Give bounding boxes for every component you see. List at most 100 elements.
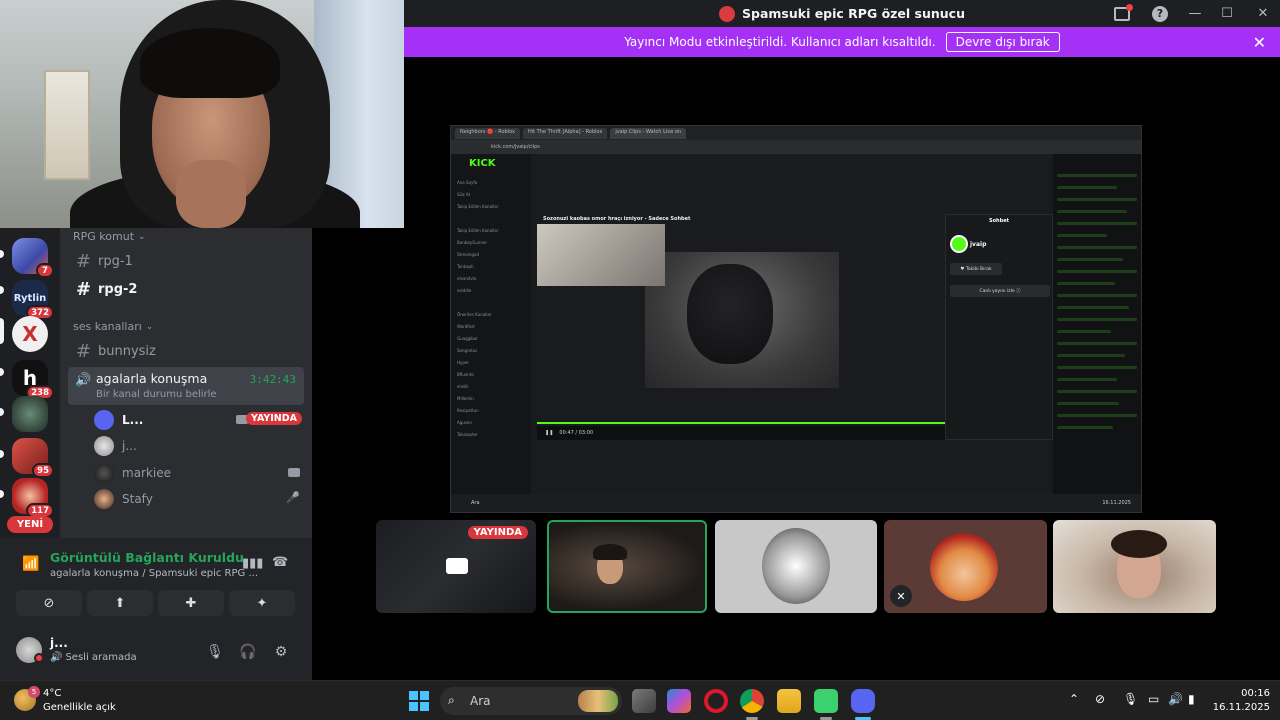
voice-channel-active[interactable]: 🔊 agalarla konuşma Bir kanal durumu beli… — [68, 367, 304, 405]
webcam-background-shelf — [44, 70, 90, 180]
watch-live-button: Canlı yayını izle ⓘ — [950, 285, 1050, 297]
weather-condition[interactable]: Genellikle açık — [43, 702, 116, 713]
voice-user-name: j... — [122, 439, 137, 453]
channel-bunnysiz[interactable]: # bunnysiz — [68, 338, 304, 364]
kick-nav-item: esiddie — [457, 288, 472, 293]
unread-indicator — [0, 408, 4, 416]
server-item-7[interactable]: 117 — [12, 478, 54, 518]
server-item-5[interactable] — [12, 396, 48, 432]
signal-icon[interactable]: 📶 — [22, 556, 39, 572]
server-item-1[interactable]: 7 — [12, 238, 54, 278]
user-status-text: Sesli aramada — [65, 652, 137, 663]
unread-indicator — [0, 368, 4, 376]
connection-status[interactable]: Görüntülü Bağlantı Kuruldu — [50, 550, 244, 565]
inbox-button[interactable] — [1106, 0, 1138, 27]
clock-date: 16.11.2025 — [1212, 702, 1270, 713]
volume-icon[interactable]: 🔊 — [1168, 692, 1183, 706]
kick-nav-item: Millomin — [457, 396, 474, 401]
new-unreads-badge[interactable]: YENİ — [7, 516, 53, 533]
category-ses-kanallari[interactable]: ses kanalları ⌄ — [73, 320, 153, 333]
voice-connection-panel: 📶 Görüntülü Bağlantı Kuruldu agalarla ko… — [0, 538, 312, 628]
voice-user[interactable]: j... — [94, 435, 306, 457]
task-view-icon[interactable] — [632, 689, 656, 713]
kick-nav-item: Tonkaph — [457, 264, 474, 269]
hashtag-icon: # — [76, 278, 92, 300]
microphone-icon[interactable]: 🎙 — [1123, 692, 1138, 706]
file-explorer-icon[interactable] — [777, 689, 801, 713]
media-app-icon[interactable] — [814, 689, 838, 713]
participant-hair — [593, 544, 627, 560]
chrome-icon[interactable] — [740, 689, 764, 713]
window-title: Spamsuki epic RPG özel sunucu — [742, 6, 965, 21]
user-panel: j... 🔊 Sesli aramada 🎙 🎧 ⚙ — [0, 628, 312, 680]
kick-nav-item: Agusen — [457, 420, 472, 425]
voice-user[interactable]: Stafy 🎤 — [94, 488, 306, 510]
screen-share-stream[interactable]: Neighbors 🔴 - Roblox Hit The Thrift [Alp… — [450, 125, 1142, 513]
discord-icon[interactable] — [851, 689, 875, 713]
disconnect-icon[interactable]: ☎ — [272, 555, 288, 570]
activities-button[interactable]: ✚ — [158, 590, 224, 616]
kick-nav-item: Songrotus — [457, 348, 478, 353]
channel-status-placeholder[interactable]: Bir kanal durumu belirle — [96, 389, 217, 400]
selected-indicator — [0, 318, 4, 344]
server-item-2[interactable]: Rytlin 372 — [12, 280, 54, 320]
user-name[interactable]: j... — [50, 636, 68, 650]
help-button[interactable]: ? — [1138, 0, 1182, 27]
participant-tile-avatar[interactable]: ✕ — [884, 520, 1047, 613]
soundboard-button[interactable]: ✦ — [229, 590, 295, 616]
voice-user-name: Stafy — [122, 492, 153, 506]
copilot-icon[interactable] — [667, 689, 691, 713]
close-window-button[interactable]: ✕ — [1246, 0, 1280, 27]
soundboard-icon: ✦ — [256, 595, 268, 611]
kick-nav-item: Rexipattun — [457, 408, 479, 413]
channel-label: bunnysiz — [98, 343, 156, 359]
start-button[interactable] — [409, 691, 429, 711]
browser-tab-strip: Neighbors 🔴 - Roblox Hit The Thrift [Alp… — [451, 126, 1141, 140]
participant-tile-screen-share[interactable]: YAYINDA — [376, 520, 536, 613]
channel-rpg-2[interactable]: # rpg-2 — [68, 276, 304, 302]
disable-streamer-mode-button[interactable]: Devre dışı bırak — [945, 32, 1060, 52]
noise-suppression-icon[interactable]: ▮▮▮ — [242, 556, 263, 571]
deafen-button[interactable]: 🎧 — [238, 642, 258, 662]
participant-tile-camera-speaking[interactable] — [547, 520, 707, 613]
minimize-button[interactable]: — — [1182, 0, 1208, 27]
voice-user[interactable]: L... YAYINDA — [94, 409, 306, 431]
screen-share-button[interactable]: ⬆ — [87, 590, 153, 616]
display-icon[interactable]: ▭ — [1148, 692, 1159, 706]
chevron-up-icon[interactable]: ⌃ — [1069, 692, 1079, 706]
connection-location[interactable]: agalarla konuşma / Spamsuki epic RPG ... — [50, 568, 258, 579]
network-off-icon[interactable]: ⊘ — [1095, 692, 1105, 706]
streamer-mode-banner: Yayıncı Modu etkinleştirildi. Kullanıcı … — [404, 27, 1280, 57]
search-icon: ⌕ — [448, 693, 455, 707]
unfollow-button: ♥ Takibi Bırak — [950, 263, 1002, 275]
microphone-icon: 🎙 — [206, 644, 224, 660]
channel-rpg-1[interactable]: # rpg-1 — [68, 248, 304, 274]
banner-close-icon[interactable]: ✕ — [1253, 33, 1266, 52]
maximize-button[interactable]: ☐ — [1208, 0, 1246, 27]
kick-logo: KICK — [469, 158, 496, 169]
webcam-person-hair — [140, 28, 280, 98]
kick-nav-item: BunbayGunner — [457, 240, 487, 245]
server-item-6[interactable]: 95 — [12, 438, 54, 478]
opera-browser-icon[interactable] — [704, 689, 728, 713]
kick-nav-item: Takip Edilen Kanallar — [457, 228, 499, 233]
camera-toggle-button[interactable]: ⊘ — [16, 590, 82, 616]
mute-mic-button[interactable]: 🎙 — [205, 642, 225, 662]
taskbar-search[interactable]: ⌕ Ara — [440, 687, 622, 715]
inner-clock: 16.11.2025 — [1102, 500, 1131, 506]
weather-temperature[interactable]: 4°C — [43, 688, 61, 699]
unread-indicator — [0, 250, 4, 258]
server-item-4[interactable]: h 238 — [12, 360, 54, 400]
category-rpg-komut[interactable]: RPG komut ⌄ — [73, 230, 146, 243]
participant-tile-avatar[interactable] — [715, 520, 877, 613]
user-settings-button[interactable]: ⚙ — [271, 642, 291, 662]
video-stage: Neighbors 🔴 - Roblox Hit The Thrift [Alp… — [312, 57, 1280, 680]
voice-user-name: markiee — [122, 466, 172, 480]
browser-tab: jvaip Clips - Watch Live on — [610, 127, 687, 139]
system-clock[interactable]: 00:16 16.11.2025 — [1206, 687, 1270, 715]
server-item-3[interactable]: X — [12, 316, 48, 352]
participant-tile-camera[interactable] — [1053, 520, 1216, 613]
live-badge: YAYINDA — [467, 526, 528, 539]
voice-user[interactable]: markiee — [94, 462, 306, 484]
battery-icon[interactable]: ▮ — [1188, 692, 1195, 706]
